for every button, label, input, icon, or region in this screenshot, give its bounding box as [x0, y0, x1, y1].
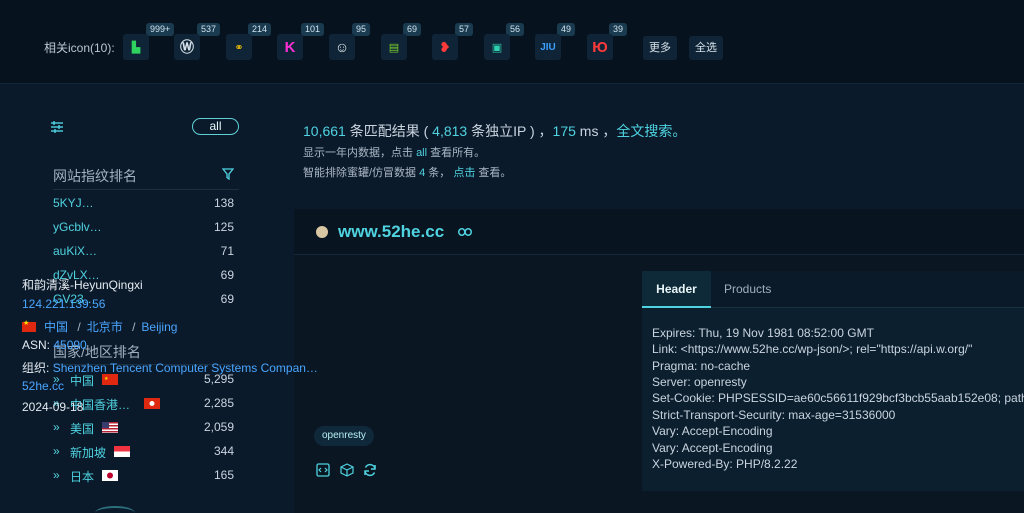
related-icon-1[interactable]: ▙: [123, 34, 149, 60]
wordpress-icon: Ⓦ: [180, 39, 194, 55]
related-icon-4[interactable]: K: [277, 34, 303, 60]
brand-icon: ☺: [334, 39, 350, 55]
filter-sliders-icon[interactable]: [50, 120, 64, 134]
country-item-jp[interactable]: » 日本 165: [53, 468, 239, 488]
result-host-link[interactable]: www.52he.cc: [338, 222, 444, 242]
more-icons-button[interactable]: 更多: [643, 36, 677, 60]
show-all-link[interactable]: all: [416, 147, 427, 159]
header-line: Pragma: no-cache: [652, 359, 751, 373]
link-chain-icon[interactable]: [458, 228, 472, 236]
decorative-ring: [95, 506, 135, 513]
brand-icon: ▤: [388, 41, 400, 54]
fulltext-search-link[interactable]: 全文搜索。: [616, 123, 686, 139]
product-tag[interactable]: openresty: [314, 426, 374, 446]
region-link[interactable]: Beijing: [141, 320, 177, 334]
country-item-us[interactable]: » 美国 2,059: [53, 420, 239, 440]
brand-icon: JIU: [540, 41, 556, 53]
result-asn: ASN: 45090: [22, 338, 87, 352]
icon-count-badge: 101: [301, 23, 325, 36]
header-line: Server: openresty: [652, 375, 747, 389]
city-link[interactable]: 北京市: [87, 320, 123, 334]
brand-icon: ⚭: [234, 41, 244, 54]
icon-count-badge: 214: [248, 23, 272, 36]
brand-icon: ❥: [439, 38, 451, 55]
result-location: 中国 /北京市 /Beijing: [22, 318, 177, 335]
header-line: Expires: Thu, 19 Nov 1981 08:52:00 GMT: [652, 326, 874, 340]
china-flag-icon: [22, 319, 36, 332]
chevron-double-right-icon: »: [53, 468, 60, 482]
summary-note-year: 显示一年内数据，点击 all 查看所有。: [303, 147, 486, 159]
tab-products[interactable]: Products: [724, 271, 771, 308]
header-line: Vary: Accept-Encoding: [652, 441, 773, 455]
divider: [53, 189, 239, 190]
result-org: 组织: Shenzhen Tencent Computer Systems Co…: [22, 361, 318, 375]
chevron-double-right-icon: »: [53, 420, 60, 434]
related-icon-10[interactable]: Ю: [587, 34, 613, 60]
brand-icon: Ю: [592, 38, 608, 56]
site-favicon: [316, 226, 328, 238]
related-icon-6[interactable]: ▤: [381, 34, 407, 60]
related-icons-label: 相关icon(10):: [44, 41, 115, 55]
related-icon-9[interactable]: JIU: [535, 34, 561, 60]
icon-count-badge: 537: [197, 23, 221, 36]
cube-icon[interactable]: [340, 463, 354, 477]
all-toggle[interactable]: all: [192, 118, 239, 135]
icon-count-badge: 95: [352, 23, 371, 36]
result-date: 2024-09-18: [22, 400, 84, 414]
summary-note-honeypot: 智能排除蜜罐/仿冒数据 4 条， 点击 查看。: [303, 167, 512, 179]
result-ip-link[interactable]: 124.221.139.56: [22, 297, 105, 311]
singapore-flag-icon: [114, 446, 130, 457]
domain-link[interactable]: 52he.cc: [22, 379, 64, 393]
icon-count-badge: 57: [455, 23, 474, 36]
country-item-sg[interactable]: » 新加坡 344: [53, 444, 239, 464]
result-domain-wrap: 52he.cc: [22, 379, 64, 393]
related-icon-wordpress[interactable]: Ⓦ: [174, 34, 200, 60]
header-line: X-Powered-By: PHP/8.2.22: [652, 457, 798, 471]
fingerprint-item[interactable]: 5KYJ… 138: [53, 196, 239, 216]
brand-icon: ▣: [491, 41, 503, 54]
related-icon-7[interactable]: ❥: [432, 34, 458, 60]
brand-icon: ▙: [131, 41, 141, 54]
icon-count-badge: 999+: [146, 23, 175, 36]
fingerprint-item[interactable]: yGcblv… 125: [53, 220, 239, 240]
org-link[interactable]: Shenzhen Tencent Computer Systems Compan…: [53, 361, 318, 375]
related-icon-3[interactable]: ⚭: [226, 34, 252, 60]
header-line: Vary: Accept-Encoding: [652, 424, 773, 438]
japan-flag-icon: [102, 470, 118, 481]
svg-text:★: ★: [104, 376, 109, 382]
select-all-button[interactable]: 全选: [689, 36, 723, 60]
result-summary: 10,661 条匹配结果 ( 4,813 条独立IP ) ，175 ms ，全文…: [303, 123, 687, 139]
tab-header[interactable]: Header: [642, 271, 711, 308]
fingerprint-rank-title: 网站指纹排名: [53, 168, 137, 184]
country-link[interactable]: 中国: [44, 320, 68, 334]
result-title: 和韵清溪-HeyunQingxi: [22, 278, 143, 292]
fingerprint-item[interactable]: auKiX… 71: [53, 244, 239, 264]
result-ip-wrap: 124.221.139.56: [22, 297, 105, 311]
header-panel: Header Products Expires: Thu, 19 Nov 198…: [642, 271, 1024, 491]
view-excluded-link[interactable]: 点击: [453, 167, 475, 179]
panel-tabs: Header Products: [642, 271, 1024, 308]
header-line: Link: <https://www.52he.cc/wp-json/>; re…: [652, 342, 973, 356]
related-icon-5[interactable]: ☺: [329, 34, 355, 60]
result-card-header: www.52he.cc: [294, 209, 1024, 255]
header-line: Set-Cookie: PHPSESSID=ae60c56611f929bcf3…: [652, 391, 1024, 405]
usa-flag-icon: [102, 422, 118, 433]
hongkong-flag-icon: [144, 398, 160, 409]
code-file-icon[interactable]: [316, 463, 330, 477]
related-icon-8[interactable]: ▣: [484, 34, 510, 60]
asn-link[interactable]: 45090: [53, 338, 86, 352]
related-icons-bar: 相关icon(10): 999+ ▙ 537 Ⓦ 214 ⚭ 101 K 95 …: [0, 0, 1024, 84]
refresh-icon[interactable]: [363, 463, 377, 477]
funnel-filter-icon[interactable]: [222, 168, 234, 180]
header-line: Strict-Transport-Security: max-age=31536…: [652, 408, 896, 422]
chevron-double-right-icon: »: [53, 444, 60, 458]
brand-icon: K: [284, 38, 296, 56]
